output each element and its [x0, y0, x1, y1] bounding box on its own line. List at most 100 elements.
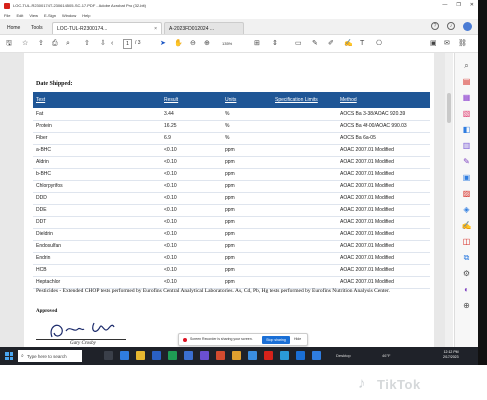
zoom-level[interactable]: 135% — [222, 41, 232, 46]
word-icon[interactable] — [184, 351, 193, 360]
hand-tool-icon[interactable]: ✋ — [174, 39, 183, 49]
upload-icon[interactable]: ⇪ — [38, 39, 44, 49]
stop-sharing-button[interactable]: Stop sharing — [262, 336, 290, 344]
task-view-icon[interactable] — [104, 351, 113, 360]
print-icon[interactable]: ⎙ — [52, 39, 58, 49]
cell-spec-limits — [272, 120, 337, 133]
scroll-mode-icon[interactable]: ⇕ — [272, 39, 278, 49]
cell-result: <0.10 — [161, 144, 222, 157]
bookmark-icon[interactable]: ☆ — [22, 39, 28, 49]
window-title: LOC-TUL-R2300174T-230614505-SC-17.PDF - … — [13, 3, 146, 8]
more-tools-icon[interactable]: ⚙ — [461, 269, 472, 279]
tiktok-watermark: ♪ TikTok — [358, 376, 421, 392]
cell-test: Fiber — [33, 132, 161, 145]
excel-icon[interactable] — [168, 351, 177, 360]
edit-pdf-icon[interactable]: ▦ — [461, 93, 472, 103]
zoom-in-icon[interactable]: ⊕ — [204, 39, 210, 49]
powerpoint-icon[interactable] — [216, 351, 225, 360]
cell-spec-limits — [272, 216, 337, 229]
export-pdf-icon[interactable]: ▤ — [461, 77, 472, 87]
avatar[interactable] — [463, 22, 472, 31]
cell-spec-limits — [272, 168, 337, 181]
pen-icon[interactable]: ✎ — [312, 39, 318, 49]
tab-home[interactable]: Home — [3, 22, 25, 34]
table-body: Fat 3.44% AOCS Ba 3-38/AOAC 920.39 Protein 1… — [33, 108, 430, 289]
edge-icon[interactable] — [120, 351, 129, 360]
outlook-icon[interactable] — [152, 351, 161, 360]
compare-files-icon[interactable]: ⧉ — [461, 253, 472, 263]
windows-taskbar: ⌕ Type here to search Desktop 46°F 12:12… — [0, 347, 478, 365]
acrobat-taskbar-icon[interactable] — [264, 351, 273, 360]
previous-page-icon[interactable]: ‹ — [111, 39, 113, 49]
image-icon[interactable]: ▣ — [430, 39, 437, 49]
cell-result: <0.10 — [161, 204, 222, 217]
weather-widget[interactable]: 46°F — [382, 353, 391, 358]
hide-button[interactable]: Hide — [294, 337, 301, 341]
page-down-icon[interactable]: ⇩ — [100, 39, 106, 49]
app-icon-cyan[interactable] — [280, 351, 289, 360]
scan-ocr-icon[interactable]: ◫ — [461, 237, 472, 247]
protect-icon[interactable]: ◈ — [461, 205, 472, 215]
maximize-button[interactable]: ❐ — [456, 2, 460, 8]
menu-esign[interactable]: E-Sign — [44, 13, 56, 18]
comment-tool-icon[interactable]: ◧ — [461, 125, 472, 135]
scrollbar-thumb[interactable] — [447, 93, 451, 123]
teams-icon[interactable] — [200, 351, 209, 360]
help-icon[interactable]: ? — [431, 22, 439, 30]
fit-page-icon[interactable]: ⊞ — [254, 39, 260, 49]
app-icon-cloud[interactable] — [312, 351, 321, 360]
app-icon-navy[interactable] — [296, 351, 305, 360]
document-viewport[interactable]: Date Shipped: Test Result Units Specific… — [0, 53, 445, 347]
text-icon[interactable]: T — [360, 39, 364, 49]
chrome-icon[interactable] — [232, 351, 241, 360]
select-cursor-icon[interactable]: ➤ — [160, 39, 166, 49]
menu-file[interactable]: File — [4, 13, 10, 18]
close-tab-icon[interactable]: × — [154, 26, 157, 32]
fill-sign-icon[interactable]: ✎ — [461, 157, 472, 167]
link-icon[interactable]: ⛓ — [458, 39, 467, 49]
save-icon[interactable]: 🖫 — [6, 39, 12, 49]
recording-icon — [183, 338, 187, 342]
tab-tools[interactable]: Tools — [27, 22, 49, 34]
cell-units: ppm — [222, 228, 272, 241]
redact-icon[interactable]: ▨ — [461, 189, 472, 199]
tab-document-2-label: A-2023FD012024 ... — [169, 25, 215, 32]
organize-pages-icon[interactable]: ▣ — [461, 173, 472, 183]
request-signature-icon[interactable]: ✍ — [461, 221, 472, 231]
cell-method: AOAC 2007.01 Modified — [337, 156, 430, 169]
notification-bell-icon[interactable]: ♪ — [447, 22, 455, 30]
menu-window[interactable]: Window — [62, 13, 76, 18]
zoom-search-icon[interactable]: ⌕ — [461, 61, 472, 71]
create-pdf-icon[interactable]: ▧ — [461, 109, 472, 119]
combine-files-icon[interactable]: ▥ — [461, 141, 472, 151]
search-icon[interactable]: ⌕ — [66, 39, 70, 49]
add-tools-icon[interactable]: ⊕ — [461, 301, 472, 311]
highlight-icon[interactable]: ✐ — [328, 39, 334, 49]
tab-document-1[interactable]: LOC-TUL-R2300174... × — [52, 22, 162, 34]
file-explorer-icon[interactable] — [136, 351, 145, 360]
cell-result: <0.10 — [161, 240, 222, 253]
tab-document-2[interactable]: A-2023FD012024 ... — [164, 22, 244, 34]
start-windows-icon[interactable] — [5, 352, 13, 360]
page-number-input[interactable]: 1 — [123, 39, 132, 49]
certificates-icon[interactable]: ◐ — [461, 285, 472, 295]
app-icon-blue[interactable] — [248, 351, 257, 360]
mail-icon[interactable]: ✉ — [444, 39, 450, 49]
draw-icon[interactable]: ✍ — [344, 39, 353, 49]
desktop-label[interactable]: Desktop — [336, 353, 351, 358]
vertical-scrollbar[interactable] — [445, 53, 453, 347]
right-tools-pane: ⌕ ▤ ▦ ▧ ◧ ▥ ✎ ▣ ▨ ◈ ✍ ◫ ⧉ ⚙ ◐ ⊕ — [454, 53, 478, 347]
cell-units: ppm — [222, 252, 272, 265]
page-up-icon[interactable]: ⇧ — [84, 39, 90, 49]
zoom-out-icon[interactable]: ⊖ — [190, 39, 196, 49]
close-button[interactable]: ✕ — [470, 2, 474, 8]
minimize-button[interactable]: — — [442, 2, 447, 8]
cell-result: <0.10 — [161, 264, 222, 277]
menu-view[interactable]: View — [29, 13, 38, 18]
menu-edit[interactable]: Edit — [16, 13, 23, 18]
menu-help[interactable]: Help — [82, 13, 90, 18]
comment-icon[interactable]: ▭ — [295, 39, 302, 49]
clock[interactable]: 12:12 PM 2/17/2023 — [443, 350, 459, 360]
stamp-icon[interactable]: ⎔ — [376, 39, 382, 49]
taskbar-search-input[interactable]: ⌕ Type here to search — [18, 350, 82, 362]
